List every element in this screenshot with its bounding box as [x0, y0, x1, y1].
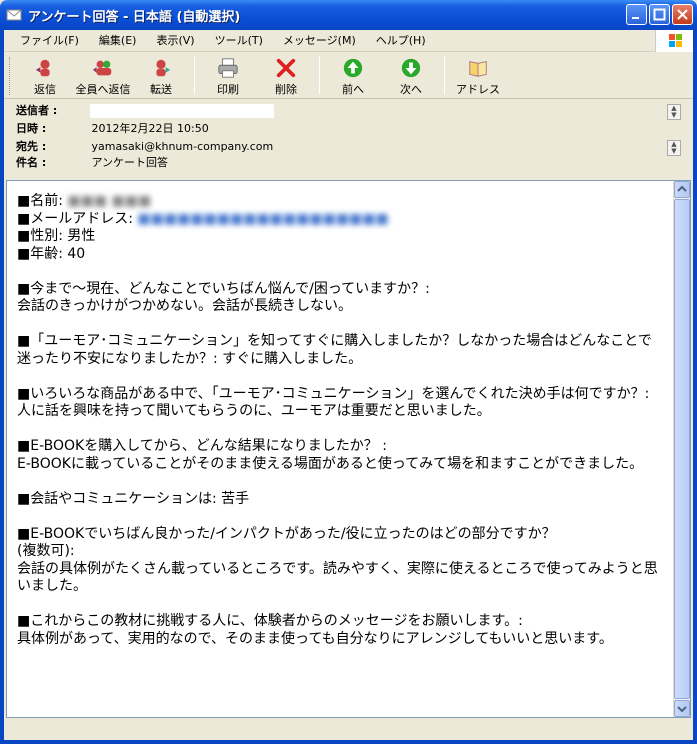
chevron-down-icon [677, 706, 687, 713]
scroll-thumb[interactable] [674, 199, 690, 699]
from-label: 送信者 : [16, 104, 58, 117]
subject-row: 件名 : アンケート回答 [16, 155, 168, 171]
reply-button[interactable]: 返信 [16, 53, 74, 97]
gender-line: ■性別: 男性 [17, 228, 96, 244]
toolbar: 返信 全員へ返信 転送 印刷 削除 前へ 次へ アドレス [4, 53, 693, 99]
question-2: ■「ユーモア･コミュニケーション」を知ってすぐに購入しましたか？しなかった場合は… [17, 333, 652, 349]
date-label: 日時 : [16, 122, 47, 135]
forward-button[interactable]: 転送 [132, 53, 190, 97]
menu-edit[interactable]: 編集(E) [89, 31, 147, 51]
title-bar: アンケート回答 - 日本語 (自動選択) [0, 0, 697, 30]
email-label: ■メールアドレス: [17, 210, 133, 227]
print-button[interactable]: 印刷 [199, 53, 257, 97]
subject-label: 件名 : [16, 156, 47, 169]
reply-all-button[interactable]: 全員へ返信 [74, 53, 132, 97]
message-header: 送信者 : 日時 : 2012年2月22日 10:50 宛先 : yamasak… [4, 100, 693, 176]
to-row: 宛先 : yamasaki@khnum-company.com [16, 139, 273, 155]
to-value: yamasaki@khnum-company.com [91, 140, 274, 153]
age-line: ■年齢: 40 [17, 245, 86, 262]
email-value-redacted[interactable]: ■■■■■■■■■■■■■■■■■■■ [137, 211, 388, 227]
question-2-cont: 迷ったり不安になりましたか？: すぐに購入しました。 [17, 350, 363, 367]
date-value: 2012年2月22日 10:50 [91, 122, 209, 135]
status-bar [4, 718, 693, 740]
delete-button[interactable]: 削除 [257, 53, 315, 97]
arrow-down-icon [401, 58, 421, 78]
to-label: 宛先 : [16, 140, 47, 153]
vertical-scrollbar[interactable] [673, 181, 690, 717]
minimize-button[interactable] [626, 4, 647, 25]
forward-icon [156, 59, 171, 77]
address-book-button[interactable]: アドレス [449, 53, 507, 97]
question-1: ■今まで～現在、どんなことでいちばん悩んで/困っていますか？: [17, 280, 430, 297]
windows-logo-icon [655, 30, 693, 52]
subject-value: アンケート回答 [91, 156, 169, 169]
toolbar-grip[interactable] [9, 57, 12, 95]
answer-6: 会話の具体例がたくさん載っているところです。読みやすく、実際に使えるところで使っ… [17, 560, 658, 595]
window-title: アンケート回答 - 日本語 (自動選択) [28, 9, 241, 25]
name-label: ■名前: [17, 193, 63, 209]
sender-field [90, 104, 274, 118]
from-spin-button[interactable]: ▲ ▼ [667, 104, 681, 120]
question-6-cont: (複数可): [17, 543, 75, 559]
question-4: ■E-BOOKを購入してから、どんな結果になりましたか？ : [17, 438, 387, 454]
previous-button[interactable]: 前へ [324, 53, 382, 97]
menu-help[interactable]: ヘルプ(H) [366, 31, 436, 51]
name-value-redacted: ■■■ ■■■ [67, 193, 152, 209]
chevron-up-icon [677, 185, 687, 192]
menu-view[interactable]: 表示(V) [146, 31, 204, 51]
question-5: ■会話やコミュニケーションは: 苦手 [17, 490, 250, 507]
next-button[interactable]: 次へ [382, 53, 440, 97]
close-button[interactable] [672, 4, 693, 25]
reply-icon [35, 59, 50, 77]
message-body[interactable]: ■名前: ■■■ ■■■ ■メールアドレス: ■■■■■■■■■■■■■■■■■… [6, 180, 691, 718]
delete-x-icon [276, 58, 296, 78]
toolbar-separator [444, 56, 445, 94]
reply-all-icon [92, 60, 112, 76]
answer-1: 会話のきっかけがつかめない。会話が長続きしない。 [17, 298, 353, 314]
menu-file[interactable]: ファイル(F) [10, 31, 89, 51]
maximize-button[interactable] [649, 4, 670, 25]
menu-tools[interactable]: ツール(T) [205, 31, 273, 51]
to-spin-button[interactable]: ▲ ▼ [667, 140, 681, 156]
question-7: ■これからこの教材に挑戦する人に、体験者からのメッセージをお願いします。: [17, 613, 523, 629]
menu-message[interactable]: メッセージ(M) [273, 31, 366, 51]
menu-bar: ファイル(F) 編集(E) 表示(V) ツール(T) メッセージ(M) ヘルプ(… [4, 30, 693, 52]
arrow-up-icon [343, 58, 363, 78]
question-3: ■いろいろな商品がある中で、「ユーモア･コミュニケーション」を選んでくれた決め手… [17, 385, 654, 420]
question-6: ■E-BOOKでいちばん良かった/インパクトがあった/役に立ったのはどの部分です… [17, 525, 556, 542]
message-text: ■名前: ■■■ ■■■ ■メールアドレス: ■■■■■■■■■■■■■■■■■… [17, 193, 667, 648]
scroll-down-button[interactable] [674, 700, 690, 717]
address-book-icon [469, 61, 487, 77]
mail-icon [6, 9, 22, 21]
date-row: 日時 : 2012年2月22日 10:50 [16, 121, 209, 137]
answer-4: E-BOOKに載っていることがそのまま使える場面があると使ってみて場を和ますこと… [17, 455, 644, 472]
printer-icon [218, 58, 238, 78]
toolbar-separator [319, 56, 320, 94]
answer-7: 具体例があって、実用的なので、そのまま使っても自分なりにアレンジしてもいいと思い… [17, 630, 613, 647]
scroll-up-button[interactable] [674, 181, 690, 198]
toolbar-separator [194, 56, 195, 94]
from-row: 送信者 : [16, 103, 88, 119]
